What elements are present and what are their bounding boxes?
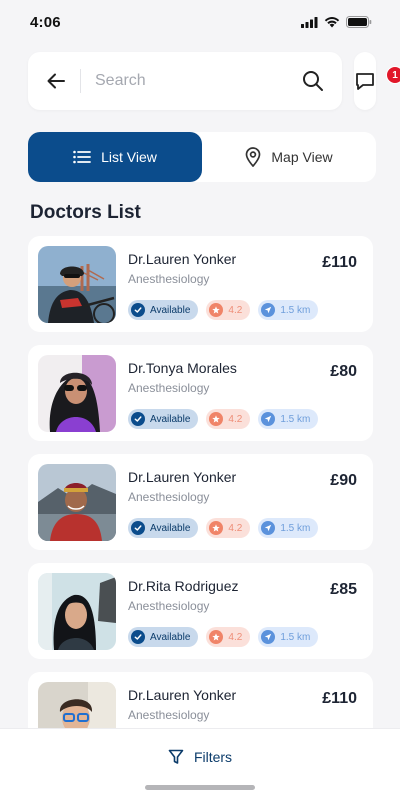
rating-badge: 4.2 <box>206 627 251 647</box>
doctor-price: £110 <box>322 254 357 271</box>
map-view-tab[interactable]: Map View <box>202 132 376 182</box>
distance-badge: 1.5 km <box>258 518 319 538</box>
wifi-icon <box>324 17 340 28</box>
chat-icon <box>356 73 374 90</box>
availability-badge: Available <box>128 409 199 429</box>
distance-badge: 1.5 km <box>258 300 319 320</box>
rating-badge: 4.2 <box>206 409 251 429</box>
doctor-card[interactable]: Dr.Rita Rodriguez Anesthesiology £85 Ava… <box>28 563 373 659</box>
check-icon <box>131 521 145 535</box>
status-bar: 4:06 <box>0 0 400 44</box>
doctor-badges: Available 4.2 1.5 km <box>128 409 319 429</box>
star-icon <box>209 303 224 317</box>
navigation-icon <box>261 521 276 535</box>
doctor-specialty: Anesthesiology <box>128 490 210 504</box>
search-divider <box>80 69 81 93</box>
doctor-price: £110 <box>322 690 357 707</box>
availability-label: Available <box>150 413 191 425</box>
rating-value: 4.2 <box>228 413 243 425</box>
rating-badge: 4.2 <box>206 518 251 538</box>
doctor-name: Dr.Rita Rodriguez <box>128 578 239 594</box>
doctor-badges: Available 4.2 1.5 km <box>128 627 319 647</box>
navigation-icon <box>261 630 276 644</box>
rating-badge: 4.2 <box>206 300 251 320</box>
availability-badge: Available <box>128 300 199 320</box>
doctor-specialty: Anesthesiology <box>128 272 210 286</box>
doctor-price: £85 <box>330 581 357 598</box>
doctor-photo-woman-coast <box>38 573 116 650</box>
home-indicator <box>145 785 255 790</box>
distance-value: 1.5 km <box>280 522 311 534</box>
navigation-icon <box>261 412 276 426</box>
view-toggle: List View Map View <box>28 132 376 182</box>
star-icon <box>209 521 224 535</box>
doctor-price: £90 <box>330 472 357 489</box>
search-input[interactable] <box>95 72 302 90</box>
doctors-list: Dr.Lauren Yonker Anesthesiology £110 Ava… <box>28 236 373 781</box>
doctor-specialty: Anesthesiology <box>128 381 210 395</box>
rating-value: 4.2 <box>228 631 243 643</box>
check-icon <box>131 303 145 317</box>
list-view-tab[interactable]: List View <box>28 132 202 182</box>
distance-badge: 1.5 km <box>258 627 319 647</box>
rating-value: 4.2 <box>228 522 243 534</box>
search-bar <box>28 52 342 110</box>
doctor-badges: Available 4.2 1.5 km <box>128 300 319 320</box>
list-icon <box>73 150 92 164</box>
distance-value: 1.5 km <box>280 413 311 425</box>
doctor-photo-cyclist <box>38 246 116 323</box>
battery-icon <box>346 16 372 28</box>
filters-label: Filters <box>193 749 233 765</box>
doctor-card[interactable]: Dr.Lauren Yonker Anesthesiology £110 Ava… <box>28 236 373 332</box>
distance-value: 1.5 km <box>280 304 311 316</box>
doctor-name: Dr.Lauren Yonker <box>128 469 237 485</box>
rating-value: 4.2 <box>228 304 243 316</box>
filter-funnel-icon <box>168 749 184 764</box>
availability-badge: Available <box>128 518 199 538</box>
doctor-name: Dr.Tonya Morales <box>128 360 237 376</box>
star-icon <box>209 412 224 426</box>
doctor-badges: Available 4.2 1.5 km <box>128 518 319 538</box>
top-search-row: 1 <box>28 52 400 112</box>
doctor-specialty: Anesthesiology <box>128 599 210 613</box>
doctor-card[interactable]: Dr.Lauren Yonker Anesthesiology £90 Avai… <box>28 454 373 550</box>
messages-badge: 1 <box>386 66 400 84</box>
section-title: Doctors List <box>30 202 141 223</box>
doctor-photo-hiker <box>38 464 116 541</box>
distance-value: 1.5 km <box>280 631 311 643</box>
star-icon <box>209 630 224 644</box>
status-time: 4:06 <box>30 13 61 31</box>
search-icon[interactable] <box>302 70 324 92</box>
messages-button[interactable]: 1 <box>354 52 400 110</box>
distance-badge: 1.5 km <box>258 409 319 429</box>
availability-badge: Available <box>128 627 199 647</box>
doctor-photo-woman-sunglasses <box>38 355 116 432</box>
list-view-label: List View <box>101 149 157 165</box>
availability-label: Available <box>150 522 191 534</box>
doctor-price: £80 <box>330 363 357 380</box>
doctor-card[interactable]: Dr.Tonya Morales Anesthesiology £80 Avai… <box>28 345 373 441</box>
navigation-icon <box>261 303 276 317</box>
doctor-name: Dr.Lauren Yonker <box>128 251 237 267</box>
map-pin-icon <box>246 147 261 167</box>
check-icon <box>131 412 145 426</box>
check-icon <box>131 630 145 644</box>
cellular-signal-icon <box>301 16 318 28</box>
doctor-name: Dr.Lauren Yonker <box>128 687 237 703</box>
availability-label: Available <box>150 631 191 643</box>
doctor-specialty: Anesthesiology <box>128 708 210 722</box>
map-view-label: Map View <box>271 149 333 165</box>
status-icons <box>301 16 372 28</box>
availability-label: Available <box>150 304 191 316</box>
back-arrow-icon[interactable] <box>46 71 66 91</box>
filters-button[interactable]: Filters <box>0 745 400 769</box>
bottom-bar: Filters <box>0 728 400 800</box>
